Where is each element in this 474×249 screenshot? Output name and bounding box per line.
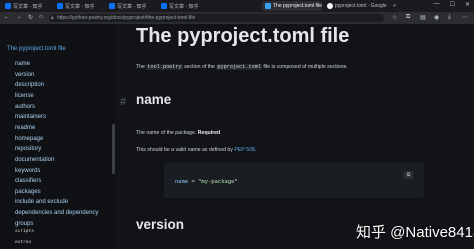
inline-code: tool.poetry	[146, 64, 183, 70]
validity-text: This should be a valid name as defined b…	[136, 147, 235, 153]
copy-icon[interactable]: ⧉	[404, 171, 413, 179]
toc-item-packages[interactable]: packages	[15, 189, 41, 195]
toc-item-readme[interactable]: readme	[15, 125, 35, 131]
toc-item-groups[interactable]: groups	[15, 221, 33, 227]
code-line: name = "my-package"	[175, 178, 238, 185]
tab-label: 写文章 - 知乎	[13, 3, 43, 10]
intro-text: file is composed of multiple sections.	[261, 64, 348, 70]
window-controls: — ☐ ✕	[434, 1, 470, 8]
pep508-link[interactable]: PEP 508	[234, 147, 254, 153]
plus-icon: +	[393, 3, 396, 9]
forward-icon[interactable]: →	[16, 14, 22, 20]
validity-text: .	[254, 147, 257, 153]
code-block: name = "my-package"	[164, 163, 424, 198]
watermark: 知乎 @Native8418	[356, 224, 474, 241]
toc-item-license[interactable]: license	[15, 93, 34, 99]
home-icon[interactable]: ⌂	[39, 14, 43, 20]
reload-icon[interactable]: ↻	[28, 14, 33, 21]
toc-title[interactable]: The pyproject.toml file	[7, 46, 66, 52]
description-text: The name of the package.	[136, 130, 198, 136]
intro-text: section of the	[182, 64, 217, 70]
anchor-link[interactable]: #	[120, 96, 126, 108]
more-icon[interactable]: ⋯	[462, 14, 468, 21]
code-string: "my-package"	[198, 178, 238, 185]
toc-item-extras[interactable]: extras	[15, 240, 31, 245]
name-validity: This should be a valid name as defined b…	[136, 147, 256, 153]
zhihu-icon	[109, 3, 115, 9]
tab-label: 写文章 - 知乎	[169, 3, 199, 10]
back-icon[interactable]: ←	[4, 14, 10, 20]
docs-page: The pyproject.toml file name version descr…	[0, 24, 474, 249]
url-text: https://python-poetry.org/docs/pyproject…	[57, 15, 196, 21]
toc-sidebar: The pyproject.toml file name version descr…	[0, 24, 115, 249]
section-heading-name: name	[136, 92, 172, 107]
code-key: name	[175, 178, 189, 185]
minimize-icon[interactable]: —	[434, 1, 440, 8]
toc-item-classifiers[interactable]: classifiers	[15, 178, 41, 184]
toc-item-version[interactable]: version	[15, 72, 34, 78]
maximize-icon[interactable]: ☐	[450, 1, 455, 8]
browser-toolbar: ← → ↻ ⌂ 🔒︎ https://python-poetry.org/doc…	[0, 12, 474, 24]
tab-3[interactable]: 写文章 - 知乎	[106, 1, 156, 11]
extensions-icon[interactable]: ⧉	[406, 14, 410, 21]
tab-4[interactable]: 写文章 - 知乎	[158, 1, 208, 11]
tab-label: 写文章 - 知乎	[65, 3, 95, 10]
star-icon[interactable]: ☆	[392, 14, 397, 21]
zhihu-icon	[161, 3, 167, 9]
tab-2[interactable]: 写文章 - 知乎	[54, 1, 104, 11]
tab-1[interactable]: 写文章 - 知乎	[2, 1, 52, 11]
tab-pyproject-active[interactable]: The pyproject.toml file ✕	[262, 1, 322, 11]
toc-item-authors[interactable]: authors	[15, 104, 35, 110]
toc-item-include-and-exclude[interactable]: include and exclude	[15, 199, 68, 205]
address-bar[interactable]: 🔒︎ https://python-poetry.org/docs/pyproj…	[49, 14, 384, 22]
new-tab-button[interactable]: +	[390, 1, 400, 11]
page-title: The pyproject.toml file	[136, 25, 350, 47]
toc-item-keywords[interactable]: keywords	[15, 168, 40, 174]
intro-paragraph: The tool.poetry section of the pyproject…	[136, 64, 348, 70]
intro-text: The	[136, 64, 147, 70]
tab-google[interactable]: pyproject.toml - Google	[324, 1, 388, 11]
poetry-icon	[265, 3, 271, 9]
profile-icon[interactable]: ◉	[434, 14, 439, 21]
required-label: Required	[197, 130, 221, 136]
browser-tab-bar: 写文章 - 知乎 写文章 - 知乎 写文章 - 知乎 写文章 - 知乎 The …	[0, 0, 474, 12]
zhihu-icon	[57, 3, 63, 9]
google-icon	[327, 3, 333, 9]
window-close-icon[interactable]: ✕	[465, 1, 470, 8]
section-heading-version: version	[136, 217, 185, 232]
code-operator: =	[188, 178, 199, 185]
tab-label: 写文章 - 知乎	[117, 3, 147, 10]
toc-item-maintainers[interactable]: maintainers	[15, 114, 46, 120]
zhihu-icon	[5, 3, 11, 9]
main-content: The pyproject.toml file The tool.poetry …	[115, 24, 474, 249]
toc-item-description[interactable]: description	[15, 82, 44, 88]
lock-icon: 🔒︎	[51, 15, 54, 21]
inline-code: pyproject.toml	[216, 64, 262, 70]
tab-label: The pyproject.toml file	[273, 3, 322, 9]
toc-item-scripts[interactable]: scripts	[15, 229, 34, 234]
toc-item-dependencies-and-dependency[interactable]: dependencies and dependency	[15, 210, 98, 216]
tab-label: pyproject.toml - Google	[335, 3, 387, 9]
download-icon[interactable]: ⤓	[448, 14, 451, 21]
toc-item-name[interactable]: name	[15, 61, 30, 67]
toc-item-repository[interactable]: repository	[15, 146, 41, 152]
toc-item-documentation[interactable]: documentation	[15, 157, 54, 163]
toc-item-homepage[interactable]: homepage	[15, 136, 43, 142]
name-description: The name of the package. Required	[136, 130, 220, 136]
collections-icon[interactable]: ▤	[420, 14, 426, 21]
